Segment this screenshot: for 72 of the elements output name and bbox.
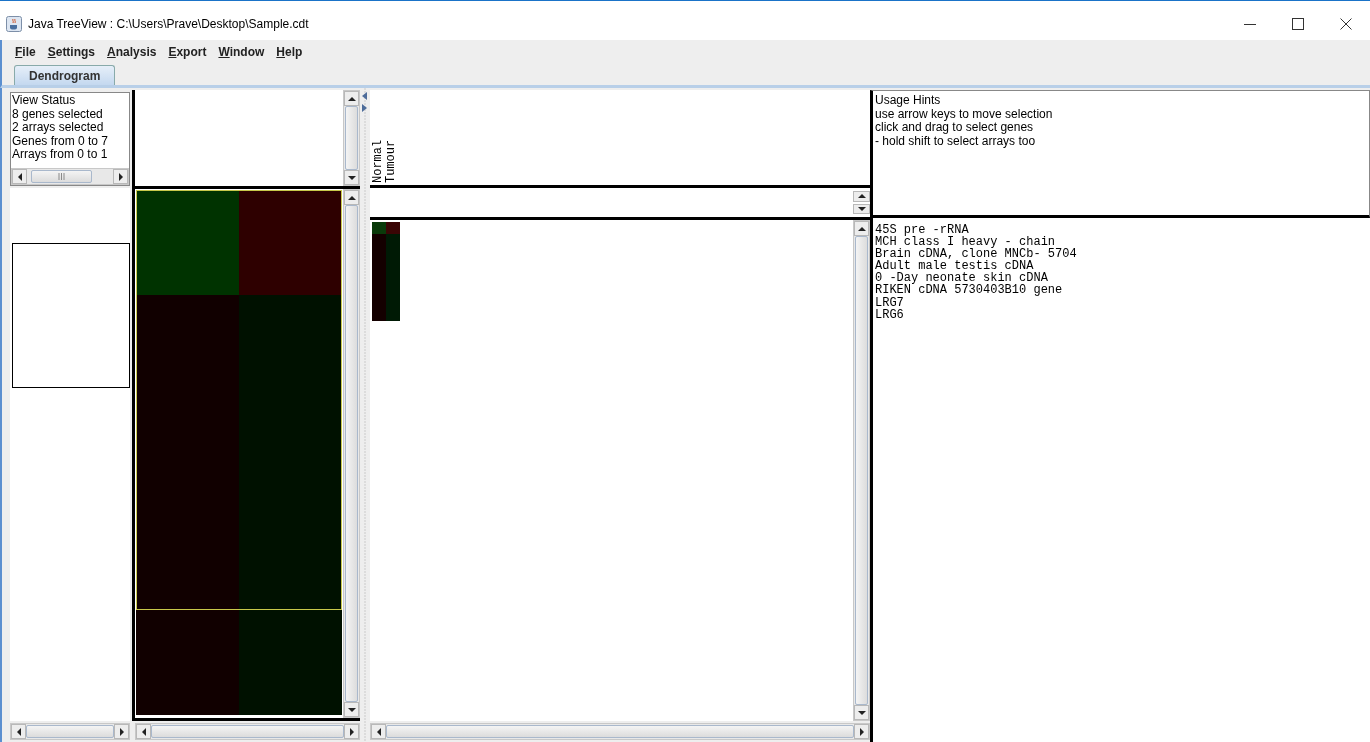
down-arrow-icon[interactable] <box>856 708 867 717</box>
gene-label[interactable]: RIKEN cDNA 5730403B10 gene <box>875 284 1063 297</box>
close-icon[interactable] <box>1340 17 1352 30</box>
tab[interactable]: Dendrogram <box>14 65 116 85</box>
right-arrow-icon[interactable] <box>857 726 866 737</box>
heatmap-cell[interactable] <box>386 234 400 247</box>
gene-label[interactable]: Adult male testis cDNA <box>875 260 1034 273</box>
scrollbar[interactable] <box>11 168 129 185</box>
up-arrow-icon[interactable] <box>856 224 867 233</box>
menu-item[interactable]: Help <box>276 45 303 59</box>
heatmap-cell[interactable] <box>372 222 386 235</box>
scroll-thumb[interactable] <box>345 106 358 170</box>
gene-label[interactable]: 45S pre -rRNA <box>875 224 969 237</box>
status-text: View Status <box>12 94 76 108</box>
status-text: 2 arrays selected <box>12 121 104 135</box>
scrollbar[interactable] <box>10 723 130 740</box>
down-arrow-icon[interactable] <box>346 173 357 182</box>
heatmap-cell[interactable] <box>136 610 239 715</box>
menu-item[interactable]: File <box>15 45 36 59</box>
right-arrow-icon[interactable] <box>347 726 356 737</box>
scrollbar[interactable] <box>135 723 360 740</box>
right-arrow-icon[interactable] <box>117 726 126 737</box>
scroll-thumb[interactable] <box>26 725 114 738</box>
hint-text: - hold shift to select arrays too <box>875 134 1036 148</box>
heatmap-cell[interactable] <box>239 505 342 610</box>
gene-label[interactable]: 0 -Day neonate skin cDNA <box>875 272 1048 285</box>
gene-label[interactable]: Brain cDNA, clone MNCb- 5704 <box>875 248 1077 261</box>
heatmap-cell[interactable] <box>136 295 239 400</box>
hint-text: click and drag to select genes <box>875 121 1034 135</box>
heatmap-cell[interactable] <box>386 222 400 235</box>
grip-icon <box>57 173 65 180</box>
heatmap-cell[interactable] <box>136 190 239 295</box>
scrollbar[interactable] <box>343 189 360 718</box>
heatmap-cell[interactable] <box>239 190 342 295</box>
status-text: Arrays from 0 to 1 <box>12 148 108 162</box>
heatmap-cell[interactable] <box>372 234 386 247</box>
down-arrow-icon[interactable] <box>856 205 867 212</box>
status-text: 8 genes selected <box>12 107 103 121</box>
array-label[interactable]: Tumour <box>385 139 398 183</box>
gene-label[interactable]: MCH class I heavy - chain <box>875 236 1056 249</box>
menu-item[interactable]: Analysis <box>107 45 157 59</box>
heatmap-cell[interactable] <box>136 505 239 610</box>
right-arrow-icon[interactable] <box>116 171 125 182</box>
heatmap[interactable] <box>135 189 343 718</box>
heatmap-cell[interactable] <box>239 295 342 400</box>
heatmap-cell[interactable] <box>239 610 342 715</box>
scrollbar[interactable] <box>853 220 870 721</box>
menu-item[interactable]: Settings <box>47 45 96 59</box>
hint-text: use arrow keys to move selection <box>875 107 1053 121</box>
heatmap-row[interactable] <box>136 295 342 400</box>
scroll-thumb[interactable] <box>31 170 92 183</box>
up-arrow-icon[interactable] <box>346 193 357 202</box>
status-text: Genes from 0 to 7 <box>12 134 109 148</box>
window-title: Java TreeView : C:\Users\Prave\Desktop\Sample.cdt <box>28 15 310 31</box>
menu-item[interactable]: Export <box>168 45 207 59</box>
scrollbar[interactable] <box>343 90 360 186</box>
cup-icon <box>6 15 22 32</box>
up-arrow-icon[interactable] <box>856 193 867 200</box>
hint-text: Usage Hints <box>875 94 941 108</box>
down-arrow-icon[interactable] <box>346 705 357 714</box>
scroll-thumb[interactable] <box>345 205 358 702</box>
maximize-icon[interactable] <box>1292 17 1304 30</box>
scroll-thumb[interactable] <box>386 725 854 738</box>
array-label[interactable]: Normal <box>372 139 385 183</box>
scroll-thumb[interactable] <box>151 725 344 738</box>
up-arrow-icon[interactable] <box>346 94 357 103</box>
scroll-thumb[interactable] <box>855 236 868 705</box>
gene-label[interactable]: LRG6 <box>875 308 904 321</box>
scrollbar[interactable] <box>370 723 870 740</box>
gene-label[interactable]: LRG7 <box>875 296 904 309</box>
menu-item[interactable]: Window <box>218 45 265 59</box>
heatmap-row[interactable] <box>136 505 342 610</box>
